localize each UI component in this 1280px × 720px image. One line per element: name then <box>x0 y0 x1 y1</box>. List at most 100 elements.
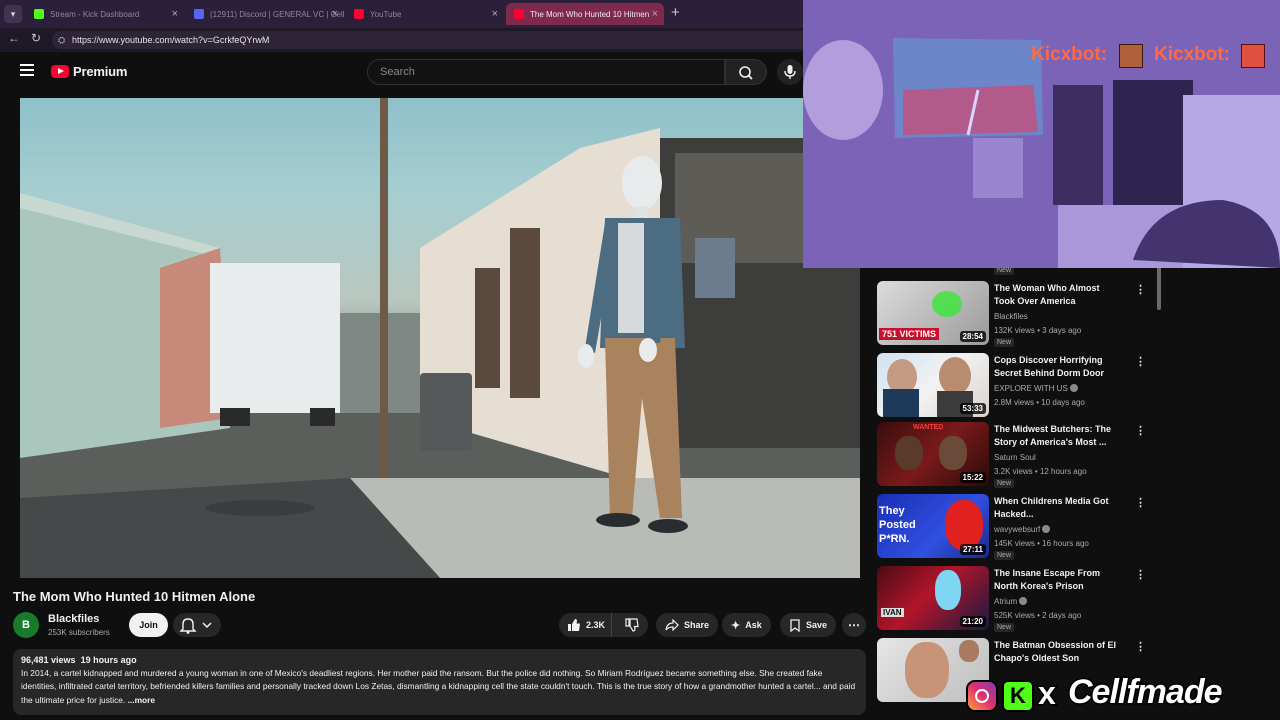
watermark-handle: Cellfmade <box>1067 672 1224 713</box>
share-button[interactable]: Share <box>656 613 719 637</box>
video-thumbnail[interactable]: 751 VICTIMS 28:54 <box>877 281 989 345</box>
recommended-meta: 3.2K views • 12 hours ago <box>994 467 1087 476</box>
recommended-video[interactable]: IVAN 21:20 The Insane Escape From North … <box>877 566 1157 632</box>
browser-tab-kick[interactable]: Stream - Kick Dashboard × <box>26 3 184 25</box>
recommendations-sidebar: New 751 VICTIMS 28:54 The Woman Who Almo… <box>877 262 1167 720</box>
kick-favicon-icon <box>34 9 44 19</box>
ask-button[interactable]: ✦ Ask <box>722 613 771 637</box>
share-icon <box>665 619 679 631</box>
recommended-title[interactable]: When Childrens Media Got Hacked... <box>994 495 1122 521</box>
recommended-meta: 2.8M views • 10 days ago <box>994 398 1085 407</box>
browser-tab-youtube[interactable]: YouTube × <box>346 3 504 25</box>
close-tab-icon[interactable]: × <box>332 8 338 20</box>
voice-search-button[interactable] <box>777 59 803 85</box>
thumbnail-caption: They Posted P*RN. <box>879 505 916 545</box>
close-tab-icon[interactable]: × <box>172 8 178 20</box>
recommended-channel[interactable]: Blackfiles <box>994 312 1028 321</box>
more-vertical-icon[interactable]: ⋮ <box>1135 496 1146 509</box>
menu-icon[interactable] <box>20 64 34 76</box>
site-info-icon[interactable]: ⛭ <box>58 31 65 49</box>
view-count: 2.8M views <box>994 398 1035 407</box>
more-vertical-icon[interactable]: ⋮ <box>1135 424 1146 437</box>
video-duration: 28:54 <box>959 331 986 342</box>
sparkle-icon: ✦ <box>731 619 741 632</box>
verified-badge-icon <box>1042 525 1051 533</box>
youtube-premium-logo[interactable]: Premium <box>51 64 127 79</box>
upload-age: 3 days ago <box>1042 326 1082 335</box>
recommended-channel[interactable]: Atrium <box>994 597 1028 606</box>
tab-label: Stream - Kick Dashboard <box>50 9 140 19</box>
recommended-title[interactable]: The Midwest Butchers: The Story of Ameri… <box>994 423 1122 449</box>
thumbs-down-icon <box>625 618 639 632</box>
browser-tab-discord[interactable]: (12911) Discord | GENERAL VC | Cellf × <box>186 3 344 25</box>
verified-badge-icon <box>1069 384 1078 392</box>
view-count: 3.2K views <box>994 467 1033 476</box>
reload-icon[interactable]: ↻ <box>31 31 41 45</box>
new-badge: New <box>994 551 1015 560</box>
logo-text: Premium <box>73 64 128 79</box>
microphone-icon <box>784 65 796 79</box>
video-duration: 27:11 <box>959 544 986 555</box>
like-dislike-group: 2.3K <box>559 613 648 637</box>
new-badge: New <box>994 338 1015 347</box>
notification-bell-button[interactable] <box>173 613 221 637</box>
save-label: Save <box>806 620 828 630</box>
show-more-link[interactable]: ...more <box>128 695 155 705</box>
more-vertical-icon[interactable]: ⋮ <box>1135 640 1146 653</box>
save-button[interactable]: Save <box>780 613 837 637</box>
view-stats: 96,481 views 19 hours ago <box>21 655 858 665</box>
upload-age: 16 hours ago <box>1042 539 1089 548</box>
recommended-title[interactable]: The Insane Escape From North Korea's Pri… <box>994 567 1122 593</box>
instagram-icon <box>966 680 998 712</box>
recommended-video[interactable]: 53:33 Cops Discover Horrifying Secret Be… <box>877 353 1157 419</box>
video-thumbnail[interactable]: WANTED 15:22 <box>877 422 989 486</box>
youtube-favicon-icon <box>514 9 524 19</box>
close-tab-icon[interactable]: × <box>652 8 658 20</box>
thumbnail-caption: IVAN <box>881 608 904 617</box>
video-thumbnail[interactable]: They Posted P*RN. 27:11 <box>877 494 989 558</box>
recommended-video[interactable]: WANTED 15:22 The Midwest Butchers: The S… <box>877 422 1157 488</box>
recommended-title[interactable]: The Woman Who Almost Took Over America <box>994 282 1122 308</box>
video-player[interactable] <box>20 98 860 578</box>
join-button[interactable]: Join <box>129 613 168 637</box>
new-badge: New <box>994 479 1015 488</box>
tab-label: The Mom Who Hunted 10 Hitmen <box>530 9 650 19</box>
more-vertical-icon[interactable]: ⋮ <box>1135 568 1146 581</box>
kick-logo-icon: K <box>1002 680 1034 712</box>
recommended-title[interactable]: Cops Discover Horrifying Secret Behind D… <box>994 354 1122 380</box>
like-button[interactable]: 2.3K <box>559 613 613 637</box>
emote-icon <box>1119 44 1143 68</box>
browser-tab-active-video[interactable]: The Mom Who Hunted 10 Hitmen × <box>506 3 664 25</box>
more-horizontal-icon: ⋯ <box>848 618 860 632</box>
video-thumbnail[interactable]: IVAN 21:20 <box>877 566 989 630</box>
recommended-channel[interactable]: Saturn Soul <box>994 453 1036 462</box>
channel-avatar[interactable]: B <box>13 612 39 638</box>
chat-overlay-name: Kicxbot: <box>1031 44 1107 65</box>
description-text: In 2014, a cartel kidnapped and murdered… <box>21 667 858 707</box>
back-arrow-icon[interactable]: ← <box>8 31 20 45</box>
description-box[interactable]: 96,481 views 19 hours ago In 2014, a car… <box>13 649 866 715</box>
more-actions-button[interactable]: ⋯ <box>842 613 866 637</box>
search-button[interactable] <box>725 59 767 85</box>
sidebar-scrollbar[interactable] <box>1157 262 1161 310</box>
search-icon <box>739 66 753 80</box>
more-vertical-icon[interactable]: ⋮ <box>1135 283 1146 296</box>
thumbnail-caption: 751 VICTIMS <box>879 328 940 340</box>
new-tab-icon[interactable]: + <box>671 4 680 21</box>
dislike-button[interactable] <box>617 613 647 637</box>
recommended-channel[interactable]: wavywebsurf <box>994 525 1051 534</box>
recommended-video[interactable]: 751 VICTIMS 28:54 The Woman Who Almost T… <box>877 281 1157 347</box>
channel-name: EXPLORE WITH US <box>994 384 1068 393</box>
more-vertical-icon[interactable]: ⋮ <box>1135 355 1146 368</box>
video-thumbnail[interactable]: 53:33 <box>877 353 989 417</box>
address-bar[interactable]: ⛭ https://www.youtube.com/watch?v=Gcrkfe… <box>52 31 812 49</box>
search-input[interactable]: Search <box>367 59 725 85</box>
recommended-video[interactable]: They Posted P*RN. 27:11 When Childrens M… <box>877 494 1157 560</box>
recommended-channel[interactable]: EXPLORE WITH US <box>994 384 1078 393</box>
recommended-title[interactable]: The Batman Obsession of El Chapo's Oldes… <box>994 639 1122 665</box>
channel-name[interactable]: Blackfiles <box>48 613 99 625</box>
close-tab-icon[interactable]: × <box>492 8 498 20</box>
upload-age: 12 hours ago <box>1039 467 1087 476</box>
tab-list-menu-button[interactable]: ▾ <box>4 5 22 23</box>
recommended-meta: 145K views • 16 hours ago <box>994 539 1089 548</box>
